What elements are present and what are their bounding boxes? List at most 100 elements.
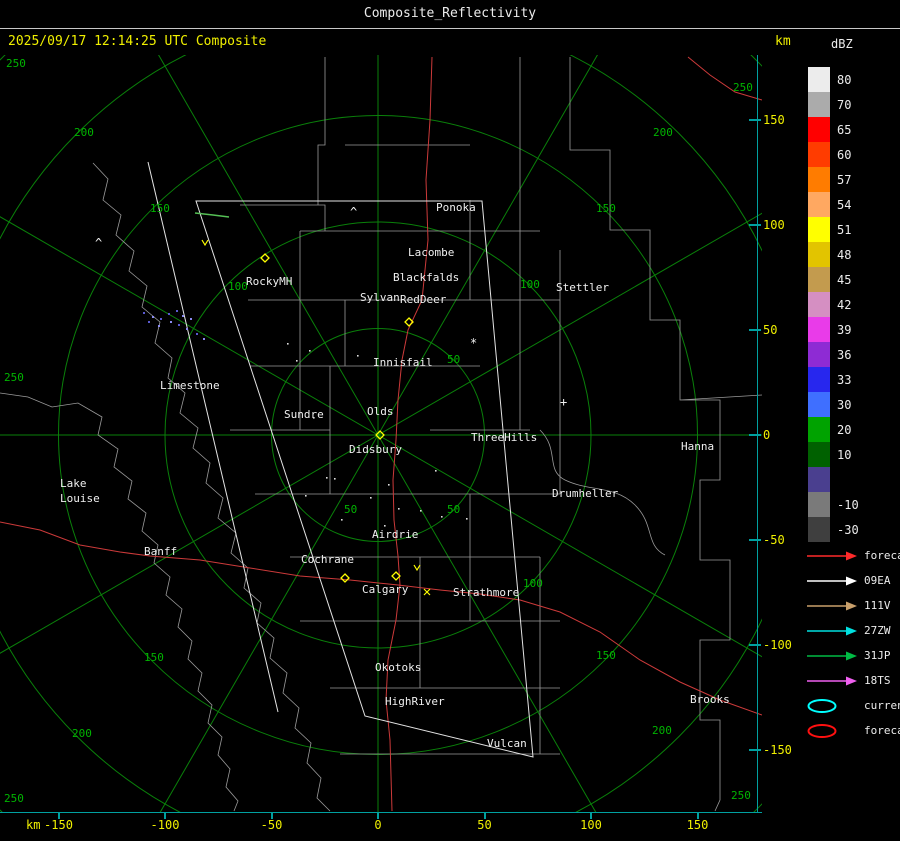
km-unit-top-right: km — [775, 34, 791, 49]
map-dot — [287, 343, 289, 345]
legend-item: 31JP — [806, 643, 900, 668]
city-label: Didsbury — [349, 443, 402, 456]
radar-echo-dot — [148, 321, 150, 323]
title-bar: Composite_Reflectivity — [0, 0, 900, 29]
county-boundaries — [0, 57, 762, 812]
range-ring-label: 150 — [596, 202, 616, 215]
radar-echo-dot — [186, 328, 188, 330]
legend-label: 111V — [864, 599, 891, 612]
radar-site-diamond-icon — [340, 573, 350, 583]
bottom-axis-tick — [483, 813, 486, 819]
map-dot — [309, 350, 311, 352]
bottom-axis-tick — [696, 813, 699, 819]
right-axis-label: 50 — [763, 323, 778, 337]
map-point-marker: * — [470, 336, 477, 350]
storm-legend: forecast 09EA 111V 27ZW 31JP 18TS current forec… — [806, 543, 900, 743]
radar-echo-dot — [190, 318, 192, 320]
range-ring-label: 50 — [447, 503, 460, 516]
radar-site-diamond-icon — [260, 253, 270, 263]
colorbar-entry: 70 — [808, 92, 859, 117]
colorbar-value: 10 — [837, 447, 852, 462]
range-ring-label: 50 — [447, 353, 460, 366]
city-label: Innisfail — [373, 356, 433, 369]
legend-arrow-icon — [807, 576, 857, 585]
colorbar-swatch — [808, 517, 830, 542]
map-dot — [384, 525, 386, 527]
range-rings-layer — [0, 55, 762, 812]
city-label: Sylvan — [360, 291, 400, 304]
storm-vector-icon — [413, 564, 421, 572]
colorbar-entry: 33 — [808, 367, 859, 392]
colorbar-value: 36 — [837, 347, 852, 362]
city-label: Strathmore — [453, 586, 519, 599]
colorbar-value: 39 — [837, 322, 852, 337]
bottom-axis-tick — [270, 813, 273, 819]
colorbar-value: 30 — [837, 397, 852, 412]
city-label: HighRiver — [385, 695, 445, 708]
colorbar-value: 57 — [837, 172, 852, 187]
storm-vector-icon — [423, 588, 431, 596]
map-dot — [305, 495, 307, 497]
colorbar-swatch — [808, 117, 830, 142]
azimuth-spoke — [0, 212, 762, 654]
colorbar-value: 60 — [837, 147, 852, 162]
city-label: Lake — [60, 477, 87, 490]
colorbar-entry: 10 — [808, 442, 859, 467]
right-axis-label: -150 — [763, 743, 792, 757]
colorbar-value: 51 — [837, 222, 852, 237]
colorbar-value: -10 — [837, 497, 859, 512]
city-label: Airdrie — [372, 528, 418, 541]
colorbar-entry: 30 — [808, 392, 859, 417]
km-unit-bottom-left: km — [26, 818, 41, 832]
colorbar-entry: 51 — [808, 217, 859, 242]
map-dot — [398, 508, 400, 510]
colorbar-swatch — [808, 142, 830, 167]
colorbar-entry: 39 — [808, 317, 859, 342]
city-label: Calgary — [362, 583, 409, 596]
city-label: Hanna — [681, 440, 714, 453]
map-dot — [296, 360, 298, 362]
legend-item: 18TS — [806, 668, 900, 693]
colorbar-swatch — [808, 267, 830, 292]
colorbar-swatch — [808, 442, 830, 467]
legend-arrow-icon — [807, 551, 857, 560]
range-ring-label: 250 — [6, 57, 26, 70]
map-dot — [388, 484, 390, 486]
colorbar-value: 54 — [837, 197, 852, 212]
legend-item: 27ZW — [806, 618, 900, 643]
range-ring-label: 100 — [523, 577, 543, 590]
range-ring-label: 100 — [228, 280, 248, 293]
city-label: Olds — [367, 405, 394, 418]
bottom-axis-tick — [590, 813, 592, 819]
radar-map-canvas[interactable]: 250 200 150 100 250 200 150 100 50 250 50 50 150 200 2… — [0, 55, 762, 812]
colorbar-swatch — [808, 242, 830, 267]
colorbar-swatch — [808, 167, 830, 192]
colorbar-entry: 36 — [808, 342, 859, 367]
colorbar-entry: 65 — [808, 117, 859, 142]
colorbar-entry: 48 — [808, 242, 859, 267]
reflectivity-colorbar: 80 70 65 60 57 54 51 48 45 42 39 36 33 30 20 10 -10 -30 — [808, 67, 859, 542]
radar-echo-dot — [143, 312, 145, 314]
colorbar-entry: 60 — [808, 142, 859, 167]
map-point-marker: ^ — [95, 236, 102, 250]
colorbar-value: 70 — [837, 97, 852, 112]
map-point-marker: ^ — [350, 205, 357, 219]
bottom-axis-label: -150 — [44, 818, 73, 832]
radar-map-area[interactable]: 250 200 150 100 250 200 150 100 50 250 50 50 150 200 2… — [0, 55, 762, 812]
radar-echo-dot — [170, 321, 172, 323]
city-label: Blackfalds — [393, 271, 459, 284]
radar-echo-dot — [152, 316, 154, 318]
right-axis-label: 0 — [763, 428, 771, 442]
colorbar-entry: 42 — [808, 292, 859, 317]
colorbar-entry: 80 — [808, 67, 859, 92]
range-ring-label: 250 — [4, 371, 24, 384]
city-label: ThreeHills — [471, 431, 537, 444]
county-boundary-lines — [0, 57, 762, 812]
city-label: Ponoka — [436, 201, 476, 214]
radar-echo-dot — [196, 333, 198, 335]
colorbar-entry: 45 — [808, 267, 859, 292]
colorbar-value: 65 — [837, 122, 852, 137]
city-label: Stettler — [556, 281, 609, 294]
colorbar-value: 42 — [837, 297, 852, 312]
bottom-axis-label: 50 — [477, 818, 492, 832]
